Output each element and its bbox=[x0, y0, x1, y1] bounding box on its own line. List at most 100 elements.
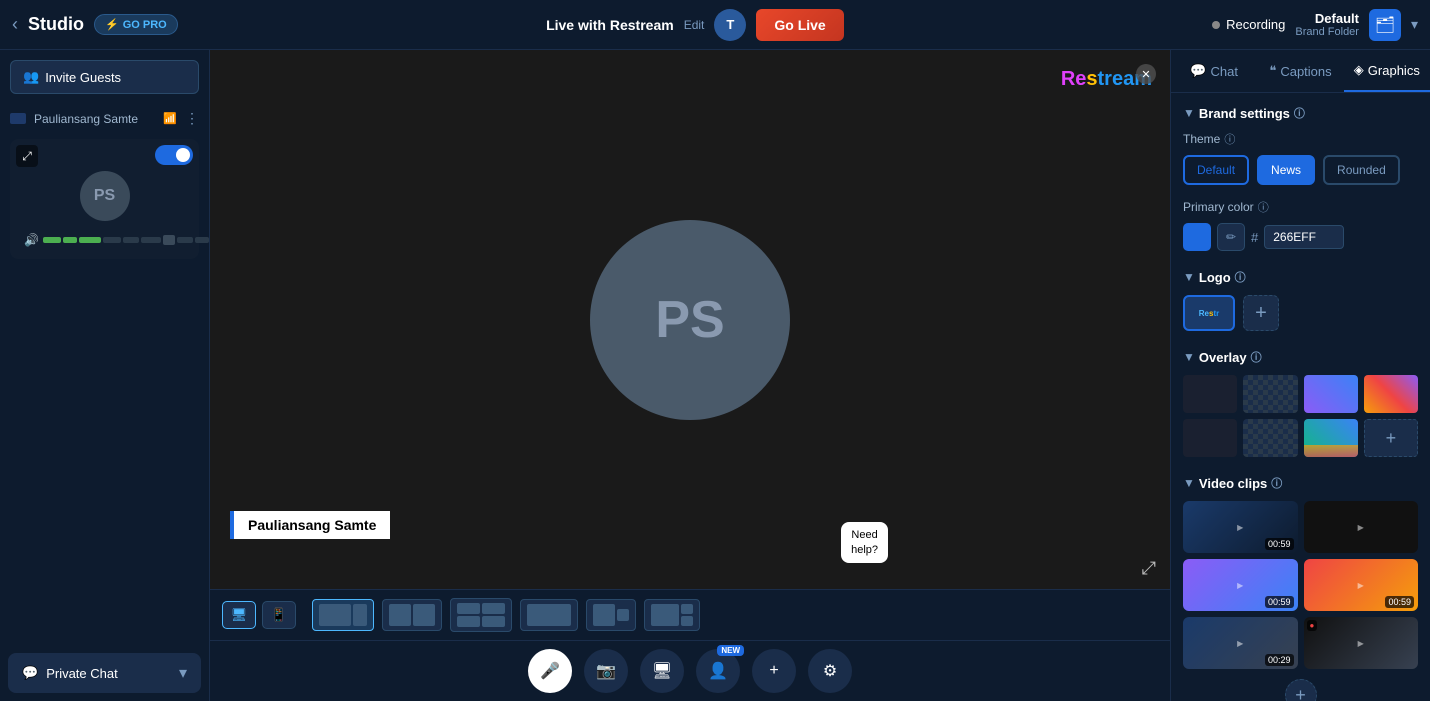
add-clip-container: + bbox=[1183, 679, 1418, 701]
overlay-thumb-5[interactable] bbox=[1183, 419, 1237, 457]
color-hash: # bbox=[1251, 230, 1258, 245]
settings-button[interactable]: ⚙ bbox=[808, 649, 852, 693]
logo-thumb-text: Restr bbox=[1199, 309, 1219, 318]
brand-info-icon[interactable]: ⓘ bbox=[1294, 105, 1305, 121]
guest-avatar: PS bbox=[80, 171, 130, 221]
color-edit-button[interactable]: ✏ bbox=[1217, 223, 1245, 251]
toggle-label[interactable] bbox=[155, 145, 193, 165]
overlay-thumb-2[interactable] bbox=[1243, 375, 1297, 413]
add-button[interactable]: + bbox=[752, 649, 796, 693]
gopro-label: GO PRO bbox=[123, 19, 167, 31]
left-sidebar: 👥 Invite Guests Pauliansang Samte 📶 ⋮ ⤢ … bbox=[0, 50, 210, 701]
overlay-add-button[interactable]: + bbox=[1364, 419, 1418, 457]
layout-cell-side bbox=[353, 604, 367, 626]
guest-item: Pauliansang Samte 📶 ⋮ bbox=[0, 104, 209, 133]
clip-thumb-2[interactable]: ▶ bbox=[1304, 501, 1419, 553]
layout-option-5[interactable] bbox=[586, 599, 636, 631]
edit-link[interactable]: Edit bbox=[684, 18, 705, 32]
toggle-switch[interactable] bbox=[155, 145, 193, 165]
user-avatar[interactable]: T bbox=[714, 9, 746, 41]
clip1-icon: ▶ bbox=[1237, 523, 1243, 532]
logo-section: ▼ Logo ⓘ Restr + bbox=[1183, 269, 1418, 331]
brand-collapse-button[interactable]: ▼ bbox=[1183, 106, 1195, 120]
overlay-thumb-6[interactable] bbox=[1243, 419, 1297, 457]
theme-info-icon[interactable]: ⓘ bbox=[1224, 131, 1235, 147]
overlay-info-icon[interactable]: ⓘ bbox=[1251, 349, 1262, 365]
layout-option-4[interactable] bbox=[520, 599, 578, 631]
invite-icon: 👥 bbox=[23, 69, 39, 85]
screen-icon: 🖥 bbox=[652, 661, 672, 681]
color-swatch[interactable] bbox=[1183, 223, 1211, 251]
more-options-button[interactable]: ⋮ bbox=[185, 110, 199, 127]
private-chat-bar[interactable]: 💬 Private Chat ▾ bbox=[8, 653, 201, 693]
live-title: Live with Restream bbox=[546, 17, 674, 33]
clips-collapse-button[interactable]: ▼ bbox=[1183, 476, 1195, 490]
video-clips-label: Video clips bbox=[1199, 476, 1267, 491]
theme-news-button[interactable]: News bbox=[1257, 155, 1315, 185]
logo-add-button[interactable]: + bbox=[1243, 295, 1279, 331]
back-button[interactable]: ‹ bbox=[12, 14, 18, 35]
logo-collapse-button[interactable]: ▼ bbox=[1183, 270, 1195, 284]
overlay-thumb-7[interactable] bbox=[1304, 419, 1358, 457]
fullscreen-button[interactable]: ⤢ bbox=[1142, 558, 1156, 579]
clip-thumb-6[interactable]: ▶ ● bbox=[1304, 617, 1419, 669]
add-guest-button[interactable]: 👤 NEW bbox=[696, 649, 740, 693]
gopro-badge[interactable]: ⚡ GO PRO bbox=[94, 14, 178, 35]
studio-title: Studio bbox=[28, 14, 84, 35]
layout-option-2[interactable] bbox=[382, 599, 442, 631]
chevron-button[interactable]: ▾ bbox=[1411, 16, 1418, 33]
brand-settings-title: ▼ Brand settings ⓘ bbox=[1183, 105, 1418, 121]
level-marker bbox=[163, 235, 175, 245]
overlay-label: Overlay bbox=[1199, 350, 1247, 365]
clip-thumb-1[interactable]: ▶ 00:59 bbox=[1183, 501, 1298, 553]
folder-sub: Brand Folder bbox=[1295, 26, 1359, 38]
layout-cell-full bbox=[319, 604, 351, 626]
go-live-button[interactable]: Go Live bbox=[756, 9, 843, 41]
theme-default-button[interactable]: Default bbox=[1183, 155, 1249, 185]
layout-option-6[interactable] bbox=[644, 599, 700, 631]
layout-option-1[interactable] bbox=[312, 599, 374, 631]
clips-info-icon[interactable]: ⓘ bbox=[1271, 475, 1282, 491]
primary-color-sub-label: Primary color ⓘ bbox=[1183, 199, 1418, 215]
camera-icon: 📷 bbox=[596, 661, 616, 681]
lo6-stack bbox=[681, 604, 693, 626]
screen-share-button[interactable]: 🖥 bbox=[640, 649, 684, 693]
theme-rounded-button[interactable]: Rounded bbox=[1323, 155, 1400, 185]
close-overlay-button[interactable]: ✕ bbox=[1136, 64, 1156, 84]
clip3-duration: 00:59 bbox=[1265, 596, 1294, 608]
recording-label: Recording bbox=[1226, 17, 1285, 32]
need-help-button[interactable]: Need help? bbox=[841, 522, 888, 563]
logo-title: ▼ Logo ⓘ bbox=[1183, 269, 1418, 285]
header: ‹ Studio ⚡ GO PRO Live with Restream Edi… bbox=[0, 0, 1430, 50]
mobile-view-button[interactable]: 📱 bbox=[262, 601, 296, 629]
logo-info-icon[interactable]: ⓘ bbox=[1235, 269, 1246, 285]
primary-color-info-icon[interactable]: ⓘ bbox=[1258, 199, 1269, 215]
tab-chat[interactable]: 💬 Chat bbox=[1171, 51, 1257, 91]
tab-captions[interactable]: ❝ Captions bbox=[1257, 51, 1343, 91]
folder-button[interactable]: 🗂 bbox=[1369, 9, 1401, 41]
lo6-3 bbox=[681, 616, 693, 626]
desktop-view-button[interactable]: 🖥 bbox=[222, 601, 256, 629]
layout-option-3[interactable] bbox=[450, 598, 512, 632]
clip-thumb-5[interactable]: ▶ 00:29 bbox=[1183, 617, 1298, 669]
clip-thumb-4[interactable]: ▶ 00:59 bbox=[1304, 559, 1419, 611]
overlay-thumb-4[interactable] bbox=[1364, 375, 1418, 413]
level-1 bbox=[43, 237, 61, 243]
tab-graphics[interactable]: ◈ Graphics bbox=[1344, 50, 1430, 92]
logo-thumbnail[interactable]: Restr bbox=[1183, 295, 1235, 331]
overlay-thumb-1[interactable] bbox=[1183, 375, 1237, 413]
invite-guests-button[interactable]: 👥 Invite Guests bbox=[10, 60, 199, 94]
brand-label: Brand settings bbox=[1199, 106, 1290, 121]
clip-thumb-3[interactable]: ▶ 00:59 bbox=[1183, 559, 1298, 611]
lc-1 bbox=[457, 603, 480, 614]
color-value[interactable]: 266EFF bbox=[1264, 225, 1344, 249]
header-right: Recording Default Brand Folder 🗂 ▾ bbox=[1212, 9, 1418, 41]
overlay-thumb-3[interactable] bbox=[1304, 375, 1358, 413]
overlay-collapse-button[interactable]: ▼ bbox=[1183, 350, 1195, 364]
microphone-button[interactable]: 🎤 bbox=[528, 649, 572, 693]
add-clip-button[interactable]: + bbox=[1285, 679, 1317, 701]
private-chat-chevron: ▾ bbox=[179, 663, 187, 683]
expand-button[interactable]: ⤢ bbox=[16, 145, 38, 167]
guest-name: Pauliansang Samte bbox=[34, 112, 155, 126]
camera-button[interactable]: 📷 bbox=[584, 649, 628, 693]
